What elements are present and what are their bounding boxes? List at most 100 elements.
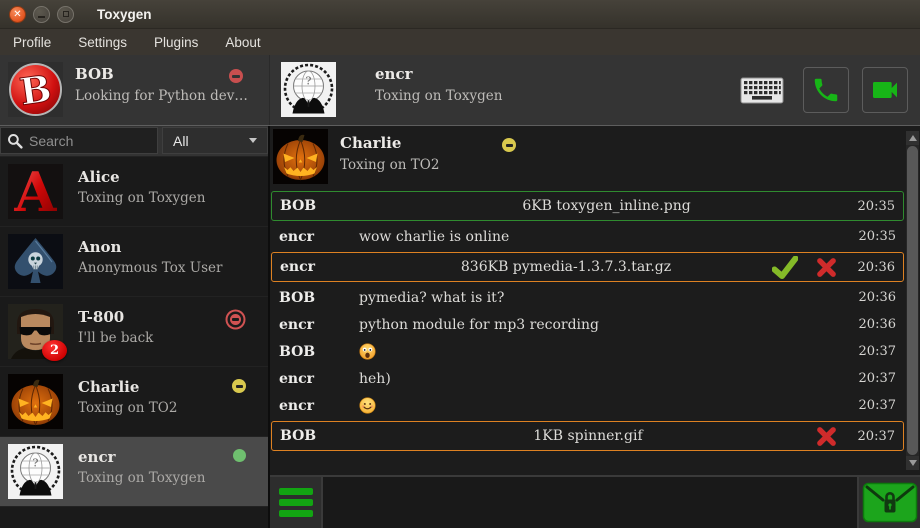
file-transfer-row: BOB 6KB toxygen_inline.png 20:35 <box>271 191 904 221</box>
smiling-face-emoji <box>359 397 376 414</box>
contact-item-anon[interactable]: Anon Anonymous Tox User <box>0 227 268 297</box>
contact-list: A Alice Toxing on Toxygen Anon Anonymous… <box>0 157 268 528</box>
header: B BOB Looking for Python dev… ? encr Tox… <box>0 55 920 126</box>
message-timestamp: 20:36 <box>853 260 895 275</box>
video-camera-icon <box>869 74 901 106</box>
maximize-icon[interactable] <box>57 6 74 23</box>
away-status-icon <box>232 379 246 393</box>
message-author: encr <box>279 317 359 333</box>
contact-status-message: Toxing on Toxygen <box>78 470 205 486</box>
message-author: BOB <box>280 428 360 444</box>
message-list: BOB 6KB toxygen_inline.png 20:35 encr wo… <box>271 189 904 453</box>
message-author: BOB <box>279 290 359 306</box>
window-title: Toxygen <box>97 7 152 22</box>
search-row: All <box>0 126 268 157</box>
video-call-button[interactable] <box>862 67 908 113</box>
scroll-down-arrow[interactable] <box>906 456 919 470</box>
message-author: encr <box>279 398 359 414</box>
menu-item-profile[interactable]: Profile <box>13 35 51 50</box>
search-icon <box>7 133 23 149</box>
contact-name: Charlie <box>78 378 139 396</box>
file-transfer-label: 836KB pymedia-1.3.7.3.tar.gz <box>360 259 772 275</box>
minimize-icon[interactable] <box>33 6 50 23</box>
search-box[interactable] <box>0 127 158 154</box>
self-name: BOB <box>75 65 114 83</box>
message-row: encr wow charlie is online 20:35 <box>271 223 904 250</box>
contact-item-encr[interactable]: ? encr Toxing on Toxygen <box>0 437 268 507</box>
chat-contact-name: Charlie <box>340 134 401 152</box>
message-row: BOB 20:37 <box>271 338 904 365</box>
audio-call-button[interactable] <box>803 67 849 113</box>
message-timestamp: 20:37 <box>854 371 896 386</box>
peer-name: encr <box>375 65 413 83</box>
phone-icon <box>811 75 841 105</box>
contact-item-t-800[interactable]: T-800 I'll be back 2 <box>0 297 268 367</box>
contact-name: encr <box>78 448 116 466</box>
close-icon[interactable]: ✕ <box>9 6 26 23</box>
decline-file-button[interactable] <box>816 257 837 278</box>
peer-status-message: Toxing on Toxygen <box>375 88 502 104</box>
message-input-row <box>270 475 920 528</box>
svg-text:B: B <box>17 66 54 114</box>
message-timestamp: 20:35 <box>854 229 896 244</box>
smiling-face-emoji <box>359 397 854 414</box>
message-text: python module for mp3 recording <box>359 317 854 333</box>
attachments-menu-button[interactable] <box>270 477 323 528</box>
message-text: pymedia? what is it? <box>359 290 854 306</box>
message-timestamp: 20:37 <box>853 429 895 444</box>
message-timestamp: 20:35 <box>853 199 895 214</box>
message-input[interactable] <box>323 477 857 528</box>
chevron-down-icon <box>249 138 257 143</box>
self-profile[interactable]: B BOB Looking for Python dev… <box>0 55 270 125</box>
chat-area: Charlie Toxing on TO2 BOB 6KB toxygen_in… <box>270 126 920 528</box>
contact-status-message: I'll be back <box>78 330 153 346</box>
contact-status-message: Anonymous Tox User <box>78 260 222 276</box>
online-status-icon <box>233 449 246 462</box>
message-row: BOB pymedia? what is it? 20:36 <box>271 284 904 311</box>
message-timestamp: 20:36 <box>854 290 896 305</box>
message-author: encr <box>280 259 360 275</box>
message-timestamp: 20:37 <box>854 344 896 359</box>
file-transfer-label: 1KB spinner.gif <box>360 428 816 444</box>
menu-item-plugins[interactable]: Plugins <box>154 35 198 50</box>
menu-item-settings[interactable]: Settings <box>78 35 127 50</box>
contact-name: Anon <box>78 238 121 256</box>
message-timestamp: 20:36 <box>854 317 896 332</box>
busy-highlighted-status-icon <box>230 314 241 325</box>
send-button[interactable] <box>857 477 920 528</box>
contact-item-alice[interactable]: A Alice Toxing on Toxygen <box>0 157 268 227</box>
search-input[interactable] <box>29 133 151 149</box>
sidebar: All A Alice Toxing on Toxygen Anon Anony… <box>0 126 270 528</box>
message-row: encr heh) 20:37 <box>271 365 904 392</box>
accept-check-icon <box>772 256 798 279</box>
body: All A Alice Toxing on Toxygen Anon Anony… <box>0 126 920 528</box>
svg-text:?: ? <box>33 457 39 470</box>
hamburger-menu-icon <box>279 488 313 495</box>
accept-file-button[interactable] <box>772 256 798 279</box>
scroll-thumb[interactable] <box>907 146 918 455</box>
active-chat-header: ? encr Toxing on Toxygen <box>270 55 920 125</box>
menu-item-about[interactable]: About <box>225 35 260 50</box>
svg-text:?: ? <box>306 75 312 88</box>
keyboard-icon <box>740 76 784 105</box>
contact-filter-value: All <box>173 133 189 149</box>
message-author: BOB <box>280 198 360 214</box>
decline-x-icon <box>816 426 837 447</box>
chat-scrollbar <box>906 131 919 470</box>
contact-filter-dropdown[interactable]: All <box>162 127 268 154</box>
contact-status-message: Toxing on Toxygen <box>78 190 205 206</box>
toxygen-window: ✕ Toxygen Profile Settings Plugins About B … <box>0 0 920 528</box>
unread-count-badge: 2 <box>42 340 67 361</box>
contact-item-charlie[interactable]: Charlie Toxing on TO2 <box>0 367 268 437</box>
fearful-face-emoji <box>359 343 376 360</box>
message-row: encr 20:37 <box>271 392 904 419</box>
self-status-message: Looking for Python dev… <box>75 88 248 104</box>
busy-status-icon <box>229 69 243 83</box>
scroll-up-arrow[interactable] <box>906 131 919 145</box>
window-titlebar: ✕ Toxygen <box>0 0 920 29</box>
decline-file-button[interactable] <box>816 426 837 447</box>
message-timestamp: 20:37 <box>854 398 896 413</box>
message-text: wow charlie is online <box>359 229 854 245</box>
file-transfer-actions <box>816 426 837 447</box>
charlie-pumpkin-avatar <box>273 129 328 184</box>
